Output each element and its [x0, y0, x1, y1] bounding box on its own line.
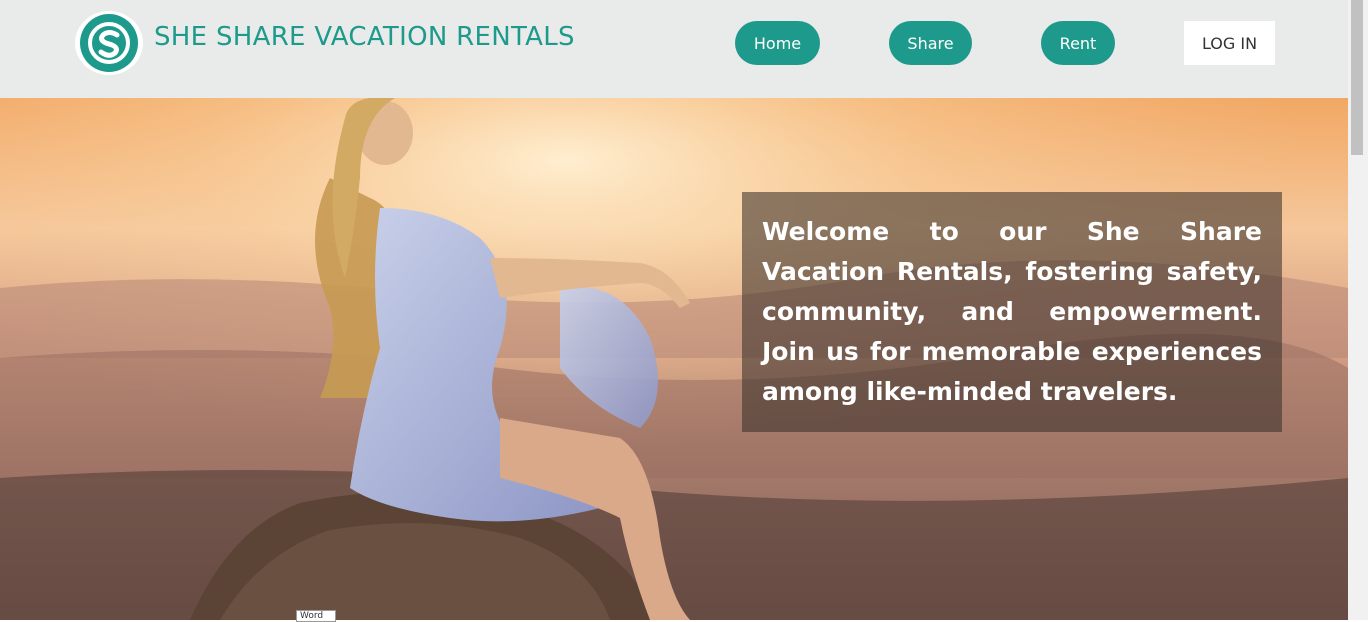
nav-rent-button[interactable]: Rent [1041, 21, 1115, 65]
site-header: SHE SHARE VACATION RENTALS Home Share Re… [0, 0, 1348, 98]
login-button[interactable]: LOG IN [1184, 21, 1275, 65]
welcome-panel: Welcome to our She Share Vacation Rental… [742, 192, 1282, 432]
welcome-text: Welcome to our She Share Vacation Rental… [762, 217, 1262, 406]
logo-icon [80, 14, 138, 72]
hero-section: Welcome to our She Share Vacation Rental… [0, 98, 1348, 620]
logo[interactable] [75, 11, 143, 75]
scrollbar-thumb[interactable] [1351, 0, 1363, 155]
nav-share-button[interactable]: Share [889, 21, 972, 65]
brand-title[interactable]: SHE SHARE VACATION RENTALS [154, 22, 575, 52]
tooltip: Word [296, 610, 336, 622]
nav-home-button[interactable]: Home [735, 21, 820, 65]
